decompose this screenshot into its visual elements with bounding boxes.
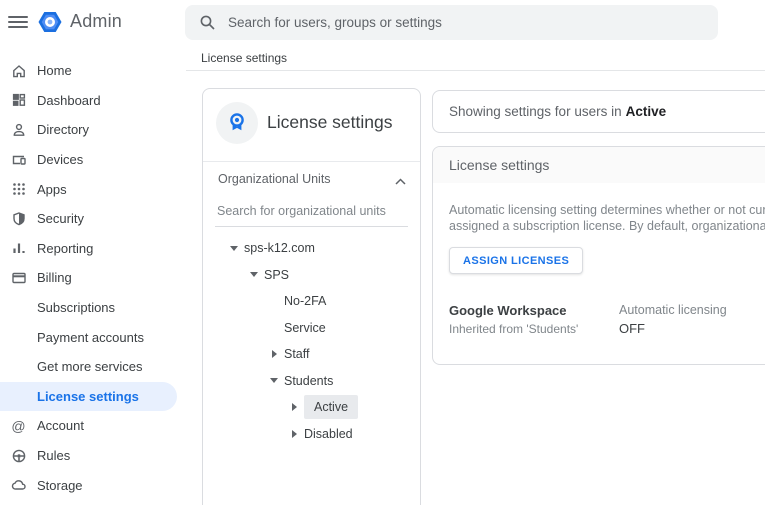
ou-tree: sps-k12.com SPS No-2FA Service Staff Stu…	[203, 235, 420, 447]
top-bar: Admin	[0, 0, 765, 46]
global-search-input[interactable]	[228, 15, 718, 30]
admin-console: Admin License settings Home	[0, 0, 765, 505]
search-icon	[199, 14, 216, 31]
scope-card: Showing settings for users in Active	[432, 90, 765, 133]
bar-chart-icon	[10, 240, 27, 257]
auto-licensing-column: Automatic licensing OFF	[619, 303, 765, 336]
chevron-collapsed-icon[interactable]	[271, 350, 277, 359]
chevron-collapsed-icon[interactable]	[291, 403, 297, 412]
devices-icon	[10, 151, 27, 168]
scope-org-unit: Active	[625, 104, 667, 119]
tree-item-active[interactable]: Active	[203, 394, 420, 421]
ou-section-label: Organizational Units	[218, 172, 331, 186]
sidebar-item-payment-accounts[interactable]: Payment accounts	[0, 322, 177, 352]
product-column: Google Workspace Inherited from 'Student…	[449, 303, 619, 336]
ou-panel-header: License settings	[203, 89, 420, 162]
breadcrumb-row: License settings	[186, 46, 765, 71]
tree-item-no2fa[interactable]: No-2FA	[203, 288, 420, 315]
sidebar-item-directory[interactable]: Directory	[0, 115, 177, 145]
sidebar-item-subscriptions[interactable]: Subscriptions	[0, 293, 177, 323]
admin-logo-icon	[36, 8, 64, 36]
tree-item-students[interactable]: Students	[203, 368, 420, 395]
cloud-icon	[10, 477, 27, 494]
sidebar-item-storage[interactable]: Storage	[0, 470, 177, 500]
hamburger-menu-icon[interactable]	[8, 13, 28, 31]
tree-item-sps-k12[interactable]: sps-k12.com	[203, 235, 420, 262]
tree-item-sps[interactable]: SPS	[203, 262, 420, 289]
home-icon	[10, 62, 27, 79]
sidebar-item-reporting[interactable]: Reporting	[0, 234, 177, 264]
tree-item-disabled[interactable]: Disabled	[203, 421, 420, 448]
scope-text: Showing settings for users in	[449, 104, 622, 119]
sidebar-item-license-settings[interactable]: License settings	[0, 381, 177, 412]
product-inheritance: Inherited from 'Students'	[449, 322, 579, 336]
auto-licensing-value: OFF	[619, 321, 645, 336]
chevron-expanded-icon[interactable]	[270, 378, 278, 384]
shield-icon	[10, 210, 27, 227]
ou-search[interactable]	[215, 200, 408, 227]
product-row: Google Workspace Inherited from 'Student…	[449, 303, 765, 336]
person-icon	[10, 121, 27, 138]
sidebar-item-security[interactable]: Security	[0, 204, 177, 234]
tree-item-active-selected: Active	[304, 395, 359, 420]
sidebar-item-account[interactable]: @ Account	[0, 411, 177, 441]
ou-section-row[interactable]: Organizational Units	[203, 162, 420, 196]
credit-card-icon	[10, 269, 27, 286]
global-search[interactable]	[185, 5, 718, 40]
app-title: Admin	[70, 11, 123, 31]
chevron-collapsed-icon[interactable]	[291, 429, 297, 438]
license-settings-description: Automatic licensing setting determines w…	[449, 203, 765, 233]
apps-grid-icon	[10, 181, 27, 198]
sidebar-item-devices[interactable]: Devices	[0, 145, 177, 175]
license-settings-card-title: License settings	[449, 157, 550, 173]
auto-licensing-label: Automatic licensing	[619, 303, 727, 317]
sidebar-item-billing[interactable]: Billing	[0, 263, 177, 293]
ou-panel-title: License settings	[267, 112, 393, 132]
license-badge-icon	[216, 102, 258, 144]
license-settings-card-header: License settings	[433, 147, 765, 183]
sidebar-item-dashboard[interactable]: Dashboard	[0, 86, 177, 116]
sidebar-item-apps[interactable]: Apps	[0, 174, 177, 204]
sidebar-item-get-more-services[interactable]: Get more services	[0, 352, 177, 382]
chevron-up-icon[interactable]	[395, 172, 406, 190]
organizational-units-panel: License settings Organizational Units sp…	[202, 88, 421, 505]
dashboard-icon	[10, 92, 27, 109]
ou-search-input[interactable]	[215, 200, 408, 226]
tree-item-staff[interactable]: Staff	[203, 341, 420, 368]
chevron-expanded-icon[interactable]	[250, 272, 258, 278]
breadcrumb: License settings	[201, 51, 288, 65]
at-icon: @	[11, 417, 26, 434]
license-settings-card: License settings Automatic licensing set…	[432, 146, 765, 365]
assign-licenses-button[interactable]: ASSIGN LICENSES	[449, 247, 584, 274]
sidebar-item-rules[interactable]: Rules	[0, 441, 177, 471]
wheel-icon	[10, 447, 27, 464]
product-name: Google Workspace	[449, 303, 567, 318]
sidebar-nav: Home Dashboard Directory Devices Apps Se…	[0, 56, 185, 500]
chevron-expanded-icon[interactable]	[230, 245, 238, 251]
sidebar-item-home[interactable]: Home	[0, 56, 177, 86]
tree-item-service[interactable]: Service	[203, 315, 420, 342]
